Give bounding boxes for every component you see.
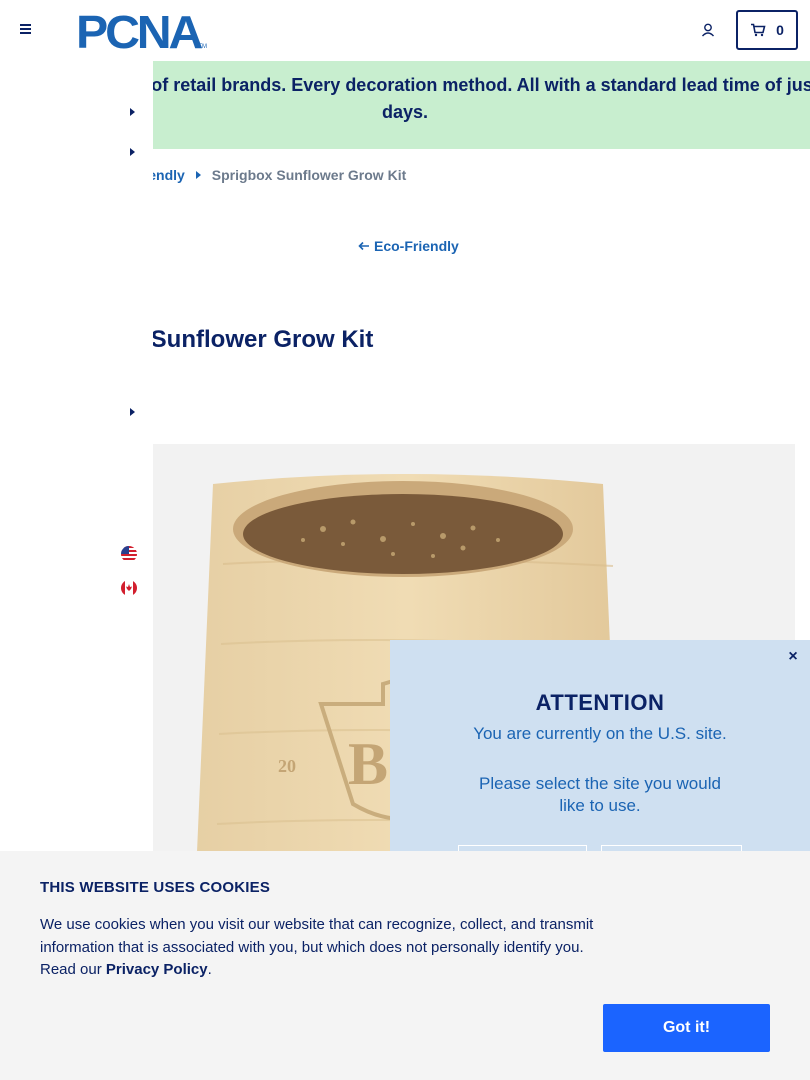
svg-text:20: 20 (278, 756, 296, 776)
us-flag-icon[interactable] (121, 546, 137, 562)
cookie-banner: THIS WEBSITE USES COOKIES We use cookies… (0, 851, 810, 1080)
header: PCNA TM 0 (0, 0, 810, 61)
svg-text:B: B (348, 731, 388, 797)
modal-title: ATTENTION (535, 690, 665, 715)
page: Thousands of products. Dozens of retail … (0, 0, 810, 1080)
logo-text: PCNA (76, 6, 203, 58)
cookie-title: THIS WEBSITE USES COOKIES (40, 879, 271, 896)
arrow-left-icon (358, 241, 369, 251)
caret-right-icon[interactable] (130, 108, 135, 116)
back-link[interactable]: Eco-Friendly (358, 238, 459, 254)
pcna-logo[interactable]: PCNA TM (76, 6, 226, 58)
close-icon[interactable]: × (786, 649, 800, 665)
modal-prompt: Please select the site you would like to… (479, 774, 721, 815)
hamburger-menu-icon[interactable] (20, 22, 36, 38)
accept-cookies-button[interactable]: Got it! (603, 1004, 770, 1052)
cart-count: 0 (776, 22, 784, 38)
privacy-policy-link[interactable]: Privacy Policy (106, 961, 208, 978)
breadcrumb-separator-icon (195, 171, 201, 179)
breadcrumb-current: Sprigbox Sunflower Grow Kit (211, 167, 407, 183)
account-icon[interactable] (700, 22, 716, 38)
modal-message: You are currently on the U.S. site. (473, 724, 727, 743)
back-link-label: Eco-Friendly (374, 238, 459, 254)
caret-right-icon[interactable] (130, 148, 135, 156)
cookie-text: We use cookies when you visit our websit… (40, 914, 610, 982)
canada-flag-icon[interactable] (121, 580, 137, 596)
cart-icon (751, 23, 766, 37)
cookie-period: . (207, 961, 212, 978)
cart-button[interactable]: 0 (736, 10, 798, 50)
caret-right-icon[interactable] (130, 408, 135, 416)
site-selector-modal: × ATTENTION You are currently on the U.S… (390, 640, 810, 885)
